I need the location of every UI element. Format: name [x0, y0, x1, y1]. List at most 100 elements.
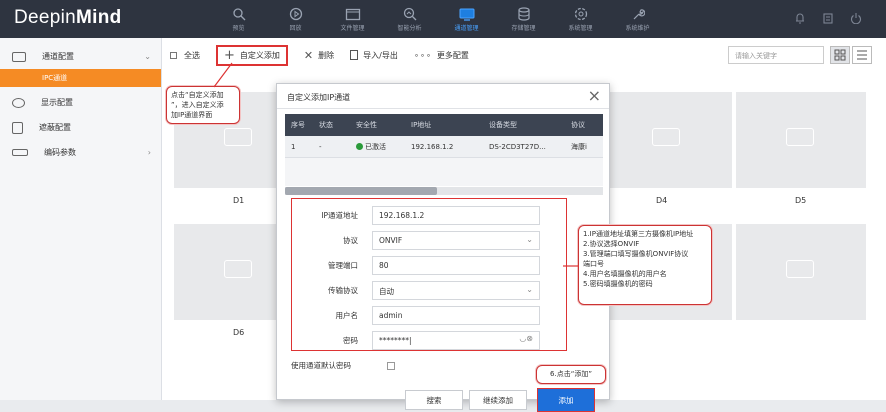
add-button-label: 添加 [558, 395, 574, 405]
col-device-type: 设备类型 [489, 121, 517, 129]
more-config-button[interactable]: ∘∘∘ 更多配置 [414, 50, 469, 61]
nav-storage-manage[interactable]: 存储管理 [495, 0, 552, 38]
nav-label: 文件管理 [340, 24, 365, 32]
close-icon[interactable]: × [588, 86, 601, 105]
cell-index: 1 [291, 142, 296, 151]
username-input[interactable]: admin [372, 305, 540, 325]
cell-ip: 192.168.1.2 [411, 142, 454, 151]
callout-line: 3.管理端口填写摄像机ONVIF协议 [583, 250, 689, 258]
cell-status: - [319, 142, 322, 151]
callout-line: 6.点击“添加” [550, 370, 592, 378]
table-row[interactable]: 1 - 已激活 192.168.1.2 DS-2CD3T27D... 海康i [285, 136, 603, 158]
col-protocol: 协议 [571, 121, 585, 129]
col-security: 安全性 [356, 121, 377, 129]
ip-address-input[interactable]: 192.168.1.2 [372, 205, 540, 225]
default-password-checkbox[interactable] [387, 361, 395, 370]
import-export-button[interactable]: 导入/导出 [350, 50, 398, 61]
nav-label: 系统维护 [625, 24, 650, 32]
protocol-value: ONVIF [379, 235, 403, 245]
nav-preview[interactable]: 预览 [210, 0, 267, 38]
sidebar-item-encoding[interactable]: 编码参数 › [0, 140, 161, 165]
analysis-icon [402, 7, 418, 21]
form-row-port: 管理端口 80 [292, 255, 568, 275]
device-table: 序号 状态 安全性 IP地址 设备类型 协议 1 - 已激活 192.168.1… [285, 114, 603, 158]
nav-label: 回放 [289, 24, 302, 32]
chevron-down-icon: ⌄ [526, 284, 533, 294]
callout-line: ”，进入自定义添 [171, 101, 224, 109]
tile-label: D6 [233, 328, 245, 337]
password-input[interactable]: ********| ◡⊗ [372, 330, 540, 350]
sidebar-item-mask-config[interactable]: 遮蔽配置 [0, 115, 161, 140]
sidebar-item-channel-config[interactable]: 通道配置 ⌄ [0, 44, 161, 69]
list-view-button[interactable] [852, 46, 872, 64]
table-empty-area [285, 158, 603, 186]
list-icon [857, 50, 867, 60]
callout-click-add: 6.点击“添加” [536, 365, 606, 384]
chevron-down-icon: ⌄ [144, 52, 151, 61]
nav-file-manage[interactable]: 文件管理 [324, 0, 381, 38]
callout-pointer [563, 265, 579, 267]
check-circle-icon [356, 142, 363, 150]
sidebar-item-label: 显示配置 [41, 98, 73, 107]
add-button[interactable]: 添加 [537, 388, 595, 412]
channel-tile[interactable] [736, 92, 866, 188]
callout-line: 5.密码填摄像机的密码 [583, 280, 653, 288]
nav-smart-analysis[interactable]: 智能分析 [381, 0, 438, 38]
custom-add-label: 自定义添加 [239, 50, 280, 60]
scrollbar-thumb[interactable] [285, 187, 437, 195]
import-export-label: 导入/导出 [363, 50, 398, 60]
tile-label: D5 [795, 196, 807, 205]
tile-label: D4 [656, 196, 668, 205]
form-row-password: 密码 ********| ◡⊗ [292, 330, 568, 350]
default-password-label: 使用通道默认密码 [291, 361, 351, 370]
port-value: 80 [379, 260, 389, 270]
mask-icon [12, 121, 23, 134]
power-icon[interactable] [850, 12, 862, 25]
nav-label: 通道管理 [454, 24, 479, 32]
callout-line: 端口号 [583, 260, 604, 268]
playback-icon [288, 7, 304, 21]
search-button[interactable]: 搜索 [405, 390, 463, 410]
top-bar: DeepinMind 预览 回放 文件管理 智能分析 通道管理 存储管理 系统管… [0, 0, 886, 38]
protocol-select[interactable]: ONVIF ⌄ [372, 230, 540, 250]
logo-text-light: Deepin [14, 7, 77, 28]
sidebar-item-display-config[interactable]: 显示配置 [0, 90, 161, 115]
continue-add-button[interactable]: 继续添加 [469, 390, 527, 410]
continue-add-label: 继续添加 [483, 395, 513, 405]
port-label: 管理端口 [328, 260, 358, 270]
callout-line: 1.IP通道地址填第三方摄像机IP地址 [583, 230, 694, 238]
form-row-user: 用户名 admin [292, 305, 568, 325]
nav-channel-manage[interactable]: 通道管理 [438, 0, 495, 38]
channel-tile[interactable] [736, 224, 866, 320]
encoding-icon [12, 149, 28, 156]
search-input[interactable]: 请输入关键字 [728, 46, 824, 64]
transport-protocol-select[interactable]: 自动 ⌄ [372, 280, 540, 300]
nav-playback[interactable]: 回放 [267, 0, 324, 38]
horizontal-scrollbar[interactable] [285, 187, 603, 195]
management-port-input[interactable]: 80 [372, 255, 540, 275]
grid-view-button[interactable] [830, 46, 850, 64]
delete-button[interactable]: ✕ 删除 [304, 49, 334, 62]
select-all-checkbox[interactable]: 全选 [170, 50, 200, 61]
ip-value: 192.168.1.2 [379, 210, 425, 220]
channel-tile[interactable] [602, 92, 732, 188]
username-value: admin [379, 310, 403, 320]
storage-icon [516, 6, 532, 21]
col-index: 序号 [291, 121, 305, 129]
grid-icon [834, 49, 846, 61]
nav-system-manage[interactable]: 系统管理 [552, 0, 609, 38]
preview-icon [231, 7, 247, 21]
cell-security: 已激活 [350, 142, 405, 152]
show-password-icon[interactable]: ◡⊗ [519, 334, 533, 343]
channel-config-icon [12, 51, 26, 62]
lock-screen-icon[interactable] [822, 12, 834, 24]
callout-line: 2.协议选择ONVIF [583, 240, 640, 248]
select-all-label: 全选 [184, 50, 200, 60]
gear-icon [573, 7, 589, 21]
custom-add-ip-channel-dialog: 自定义添加IP通道 × 序号 状态 安全性 IP地址 设备类型 协议 1 - 已激… [276, 83, 610, 412]
nav-system-maintain[interactable]: 系统维护 [609, 0, 666, 38]
sidebar-item-ipc-channel[interactable]: IPC通道 [0, 69, 161, 87]
bell-icon[interactable] [794, 12, 806, 24]
nav-label: 系统管理 [568, 24, 593, 32]
tile-label: D1 [233, 196, 245, 205]
